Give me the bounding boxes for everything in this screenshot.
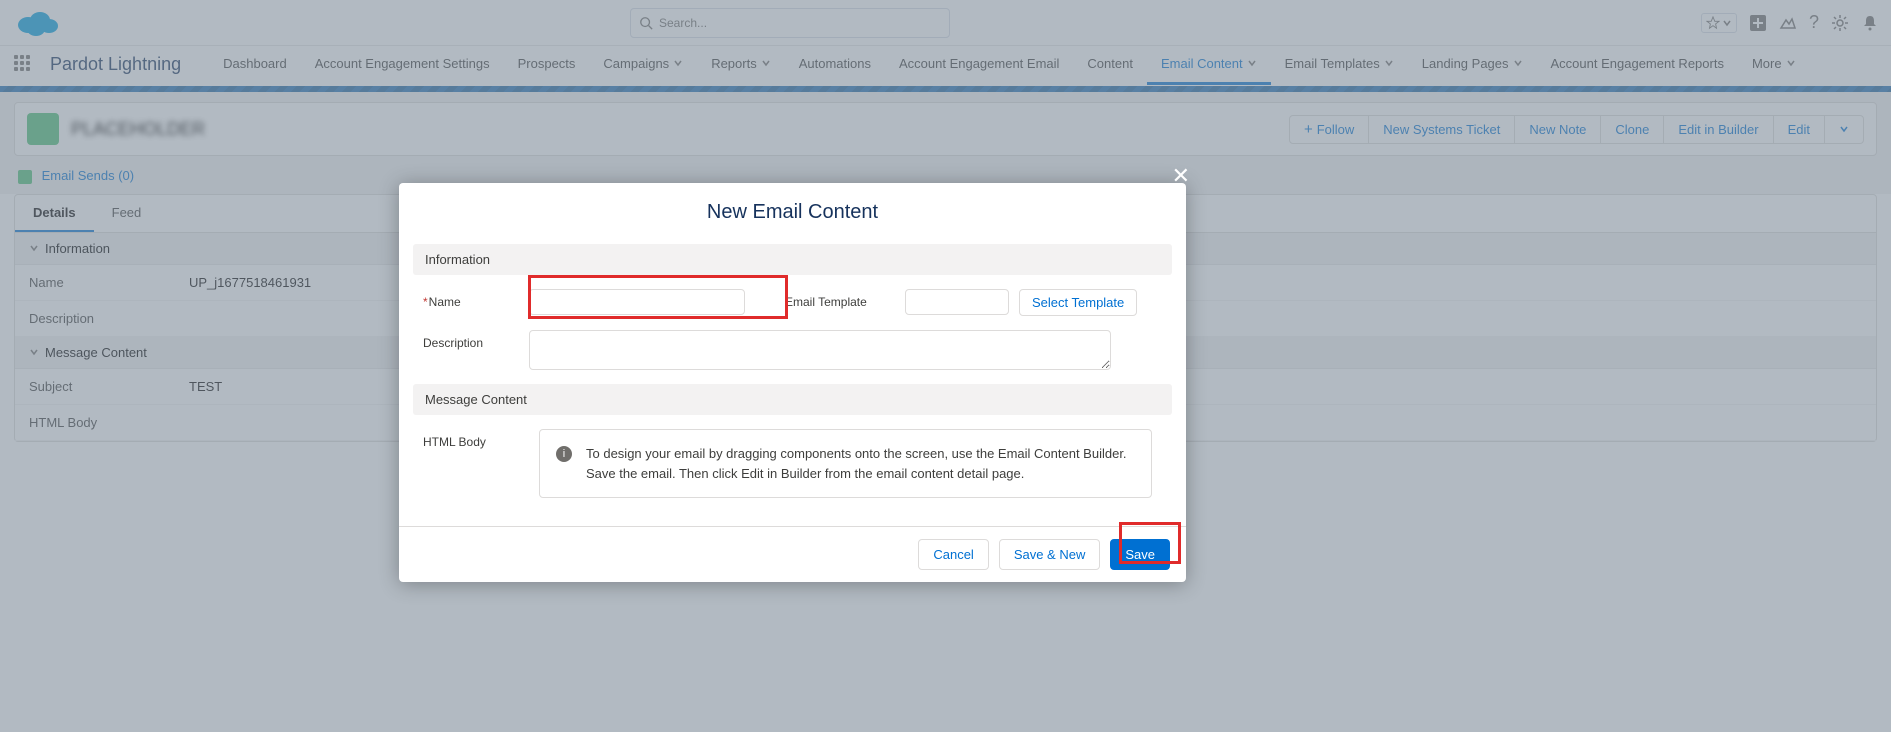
close-icon[interactable]: ✕ (1172, 163, 1190, 189)
html-body-info-text: To design your email by dragging compone… (586, 444, 1135, 483)
html-body-info: i To design your email by dragging compo… (539, 429, 1152, 498)
cancel-button[interactable]: Cancel (918, 539, 988, 570)
new-email-content-modal: ✕ New Email Content Information *Name Em… (399, 183, 1186, 582)
email-template-label: Email Template (785, 289, 895, 309)
modal-footer: Cancel Save & New Save (399, 526, 1186, 582)
email-template-input[interactable] (905, 289, 1009, 315)
modal-section-message-content: Message Content (413, 384, 1172, 415)
save-and-new-button[interactable]: Save & New (999, 539, 1101, 570)
name-input[interactable] (529, 289, 745, 315)
name-label: *Name (423, 289, 519, 309)
info-icon: i (556, 446, 572, 462)
modal-section-information: Information (413, 244, 1172, 275)
save-button[interactable]: Save (1110, 539, 1170, 570)
select-template-button[interactable]: Select Template (1019, 289, 1137, 316)
modal-title: New Email Content (399, 183, 1186, 244)
description-label: Description (423, 330, 519, 350)
description-textarea[interactable] (529, 330, 1111, 370)
html-body-label: HTML Body (423, 429, 519, 449)
